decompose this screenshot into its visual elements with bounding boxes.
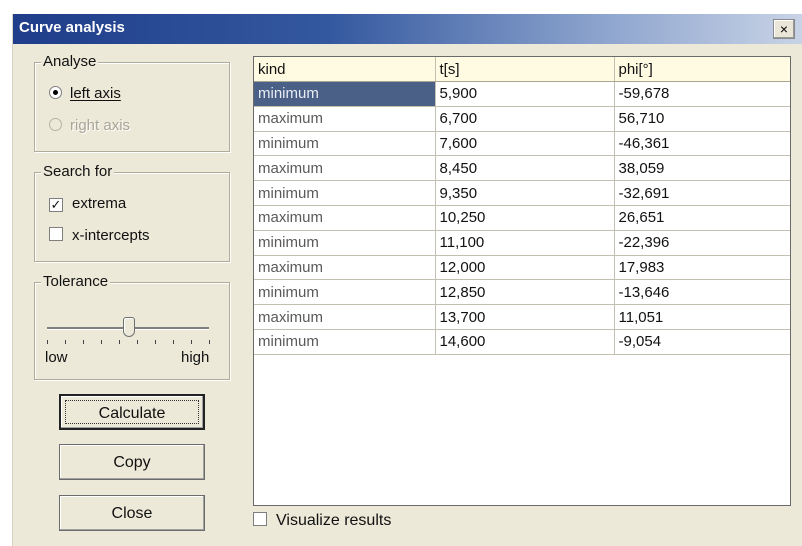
radio-selected-icon xyxy=(49,86,62,99)
analyse-legend: Analyse xyxy=(41,53,99,70)
table-row[interactable]: maximum 13,700 11,051 xyxy=(254,304,790,330)
cell-phi: -9,054 xyxy=(614,329,790,355)
cell-phi: 11,051 xyxy=(614,304,790,330)
cell-phi: -59,678 xyxy=(614,81,790,107)
tolerance-low-label: low xyxy=(45,349,68,366)
cell-t: 12,000 xyxy=(435,255,615,281)
visualize-results-label: Visualize results xyxy=(276,512,392,529)
cell-phi: -46,361 xyxy=(614,131,790,157)
right-axis-radio: right axis xyxy=(49,117,130,134)
column-header-phi[interactable]: phi[°] xyxy=(614,57,790,82)
cell-phi: 56,710 xyxy=(614,106,790,132)
right-axis-label: right axis xyxy=(70,117,131,134)
results-table[interactable]: kind t[s] phi[°] minimum 5,900 -59,678 maxi… xyxy=(253,56,791,506)
extrema-checkbox[interactable]: ✓ extrema xyxy=(49,195,126,212)
cell-phi: -22,396 xyxy=(614,230,790,256)
curve-analysis-dialog: Curve analysis × Analyse left axis right… xyxy=(12,14,802,546)
slider-tick xyxy=(83,340,84,344)
close-button[interactable]: Close xyxy=(59,495,205,531)
cell-t: 13,700 xyxy=(435,304,615,330)
window-title: Curve analysis xyxy=(19,19,125,36)
cell-phi: 17,983 xyxy=(614,255,790,281)
title-bar[interactable]: Curve analysis × xyxy=(13,14,802,44)
cell-kind: maximum xyxy=(254,255,436,281)
cell-kind: minimum xyxy=(254,81,436,107)
cell-t: 8,450 xyxy=(435,155,615,182)
cell-kind: minimum xyxy=(254,131,436,157)
cell-kind: minimum xyxy=(254,329,436,355)
cell-t: 5,900 xyxy=(435,81,615,107)
table-row[interactable]: minimum 11,100 -22,396 xyxy=(254,230,790,256)
cell-t: 9,350 xyxy=(435,180,615,206)
cell-t: 11,100 xyxy=(435,230,615,256)
checkmark-icon: ✓ xyxy=(49,197,63,212)
tolerance-high-label: high xyxy=(181,349,210,366)
cell-phi: 38,059 xyxy=(614,155,790,182)
cell-kind: maximum xyxy=(254,155,436,182)
cell-t: 12,850 xyxy=(435,279,615,306)
left-axis-radio[interactable]: left axis xyxy=(49,85,121,102)
search-for-group: Search for ✓ extrema x-intercepts xyxy=(34,163,230,262)
cell-kind: maximum xyxy=(254,106,436,132)
radio-unselected-icon xyxy=(49,118,62,131)
cell-t: 7,600 xyxy=(435,131,615,157)
table-row[interactable]: minimum 5,900 -59,678 xyxy=(254,81,790,107)
calculate-button-label: Calculate xyxy=(65,400,199,424)
analyse-group: Analyse left axis right axis xyxy=(34,53,230,152)
cell-kind: maximum xyxy=(254,205,436,231)
copy-button[interactable]: Copy xyxy=(59,444,205,480)
cell-phi: -32,691 xyxy=(614,180,790,206)
calculate-button[interactable]: Calculate xyxy=(59,394,205,430)
cell-phi: -13,646 xyxy=(614,279,790,306)
cell-phi: 26,651 xyxy=(614,205,790,231)
tolerance-group: Tolerance low high xyxy=(34,273,230,380)
slider-tick xyxy=(137,340,138,344)
table-row[interactable]: minimum 7,600 -46,361 xyxy=(254,131,790,157)
tolerance-slider-thumb[interactable] xyxy=(123,317,135,337)
close-icon[interactable]: × xyxy=(773,19,795,39)
table-row[interactable]: minimum 9,350 -32,691 xyxy=(254,180,790,206)
slider-tick xyxy=(65,340,66,344)
extrema-label: extrema xyxy=(72,195,127,212)
column-header-kind[interactable]: kind xyxy=(254,57,436,82)
x-intercepts-checkbox[interactable]: x-intercepts xyxy=(49,227,150,244)
cell-kind: minimum xyxy=(254,230,436,256)
table-row[interactable]: minimum 14,600 -9,054 xyxy=(254,329,790,355)
cell-t: 6,700 xyxy=(435,106,615,132)
visualize-results-checkbox[interactable]: Visualize results xyxy=(253,512,391,530)
slider-tick xyxy=(119,340,120,344)
table-row[interactable]: minimum 12,850 -13,646 xyxy=(254,279,790,306)
search-for-legend: Search for xyxy=(41,163,115,180)
slider-tick xyxy=(155,340,156,344)
cell-t: 10,250 xyxy=(435,205,615,231)
x-intercepts-label: x-intercepts xyxy=(72,227,150,244)
table-row[interactable]: maximum 10,250 26,651 xyxy=(254,205,790,231)
tolerance-legend: Tolerance xyxy=(41,273,111,290)
table-row[interactable]: maximum 8,450 38,059 xyxy=(254,155,790,182)
cell-t: 14,600 xyxy=(435,329,615,355)
table-row[interactable]: maximum 12,000 17,983 xyxy=(254,255,790,281)
left-axis-label: left axis xyxy=(70,85,121,102)
column-header-t[interactable]: t[s] xyxy=(435,57,615,82)
slider-tick xyxy=(173,340,174,344)
cell-kind: maximum xyxy=(254,304,436,330)
cell-kind: minimum xyxy=(254,180,436,206)
slider-tick xyxy=(209,340,210,344)
table-row[interactable]: maximum 6,700 56,710 xyxy=(254,106,790,132)
checkbox-empty-icon xyxy=(49,227,63,241)
slider-tick xyxy=(191,340,192,344)
cell-kind: minimum xyxy=(254,279,436,306)
checkbox-empty-icon xyxy=(253,512,267,526)
slider-tick xyxy=(101,340,102,344)
slider-tick xyxy=(47,340,48,344)
table-header: kind t[s] phi[°] xyxy=(254,57,790,82)
